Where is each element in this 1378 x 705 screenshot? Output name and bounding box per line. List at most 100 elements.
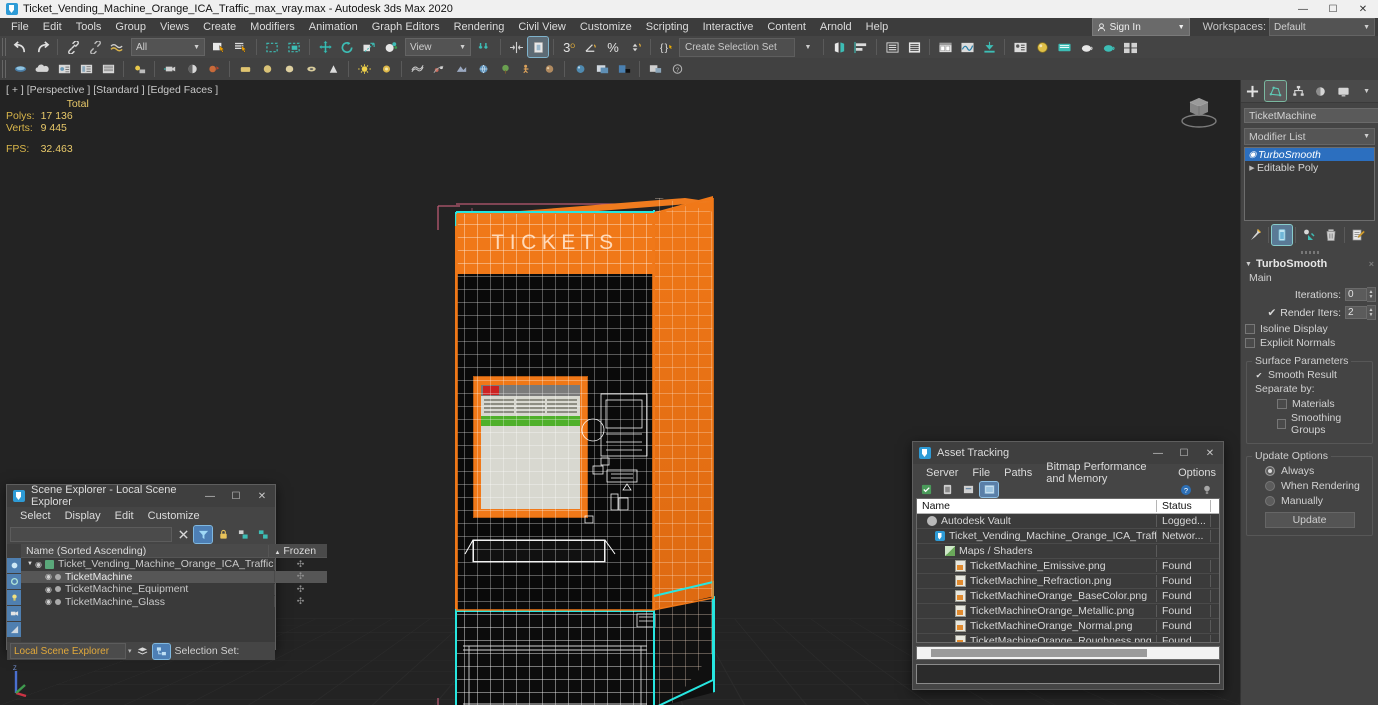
table-row[interactable]: TicketMachineOrange_Roughness.png Found — [917, 634, 1219, 643]
asset-list-view-icon[interactable] — [980, 482, 998, 497]
menu-views[interactable]: Views — [153, 19, 196, 35]
window-crossing-toggle-icon[interactable] — [284, 37, 304, 57]
render-frame-window-icon[interactable] — [1120, 37, 1140, 57]
select-and-rotate-icon[interactable] — [337, 37, 357, 57]
cylinder-primitive-icon[interactable] — [279, 59, 299, 79]
radio-when-rendering[interactable]: When Rendering — [1265, 480, 1368, 492]
mirror-geometry-icon[interactable] — [829, 37, 849, 57]
explorer-mode-dropdown[interactable]: Local Scene Explorer — [10, 643, 126, 659]
radio-always[interactable]: Always — [1265, 465, 1368, 477]
redo-icon[interactable] — [32, 37, 52, 57]
workspaces-dropdown[interactable]: Default ▼ — [1269, 18, 1375, 36]
menu-arnold[interactable]: Arnold — [813, 19, 859, 35]
toolbar-grip[interactable] — [2, 38, 6, 56]
remove-modifier-icon[interactable] — [1321, 225, 1341, 245]
menu-create[interactable]: Create — [196, 19, 243, 35]
help-icon[interactable]: ? — [1177, 482, 1195, 497]
tab-create[interactable] — [1242, 81, 1263, 101]
scene-explorer-icon[interactable] — [904, 37, 924, 57]
column-name-header[interactable]: Name — [917, 500, 1157, 512]
asset-tracking-window[interactable]: Asset Tracking — ☐ ✕ Server File Paths B… — [912, 441, 1224, 690]
list-item[interactable]: ◉ TicketMachine ✣ — [21, 571, 327, 584]
make-unique-icon[interactable] — [1299, 225, 1319, 245]
se-menu-customize[interactable]: Customize — [141, 509, 207, 523]
table-row[interactable]: TicketMachineOrange_Normal.png Found — [917, 619, 1219, 634]
filter-shapes-icon[interactable] — [7, 574, 21, 589]
use-pivot-point-center-icon[interactable] — [475, 37, 495, 57]
vault-checkin-icon[interactable] — [917, 482, 935, 497]
named-selection-set-input[interactable]: Create Selection Set — [679, 38, 795, 57]
menu-content[interactable]: Content — [760, 19, 813, 35]
render-iters-input[interactable] — [1345, 306, 1367, 319]
menu-graph-editors[interactable]: Graph Editors — [365, 19, 447, 35]
vray-render-mask-icon[interactable] — [98, 59, 118, 79]
object-name-input[interactable] — [1244, 108, 1378, 123]
particle-flow-icon[interactable] — [429, 59, 449, 79]
se-menu-display[interactable]: Display — [58, 509, 108, 523]
menu-edit[interactable]: Edit — [36, 19, 69, 35]
filter-geometry-icon[interactable] — [7, 558, 21, 573]
render-to-texture-icon[interactable] — [979, 37, 999, 57]
world-icon[interactable] — [473, 59, 493, 79]
menu-civil-view[interactable]: Civil View — [511, 19, 572, 35]
frozen-cell[interactable]: ✣ — [274, 559, 327, 570]
menu-file[interactable]: File — [4, 19, 36, 35]
table-row[interactable]: TicketMachineOrange_BaseColor.png Found — [917, 589, 1219, 604]
isoline-display-checkbox[interactable]: Isoline Display — [1245, 323, 1378, 335]
torus-primitive-icon[interactable] — [301, 59, 321, 79]
expand-triangle-icon[interactable]: ▼ — [27, 561, 33, 567]
frozen-cell[interactable]: ✣ — [274, 584, 327, 595]
vegetation-icon[interactable] — [495, 59, 515, 79]
se-menu-edit[interactable]: Edit — [108, 509, 141, 523]
maximize-button[interactable]: ☐ — [1318, 0, 1348, 18]
menu-help[interactable]: Help — [859, 19, 896, 35]
hair-and-fur-icon[interactable] — [407, 59, 427, 79]
menu-interactive[interactable]: Interactive — [696, 19, 761, 35]
asset-tracking-grid[interactable]: Name Status Autodesk Vault Logged... Tic… — [916, 498, 1220, 643]
vray-asset-editor-icon[interactable] — [76, 59, 96, 79]
spinner-arrows-icon[interactable]: ▲▼ — [1367, 287, 1376, 302]
modifier-visibility-icon[interactable]: ◉ — [1247, 149, 1258, 160]
iterations-spinner[interactable]: ▲▼ — [1345, 287, 1376, 302]
bitmap-material-icon[interactable] — [592, 59, 612, 79]
update-button[interactable]: Update — [1265, 512, 1355, 528]
scene-explorer-close[interactable]: ✕ — [249, 485, 275, 507]
horizontal-scrollbar[interactable] — [916, 646, 1220, 660]
vray-cloud-icon[interactable] — [32, 59, 52, 79]
list-item[interactable]: ▼ ◉ Ticket_Vending_Machine_Orange_ICA_Tr… — [21, 558, 327, 571]
tab-display[interactable] — [1333, 81, 1354, 101]
at-menu-server[interactable]: Server — [919, 466, 965, 480]
unlink-selection-icon[interactable] — [85, 37, 105, 57]
column-name-header[interactable]: Name (Sorted Ascending) — [21, 545, 268, 557]
layer-explorer-icon[interactable] — [882, 37, 902, 57]
expand-hierarchy-icon[interactable] — [254, 526, 272, 543]
material-map-browser-icon[interactable] — [614, 59, 634, 79]
frozen-cell[interactable]: ✣ — [274, 596, 327, 607]
table-row[interactable]: Ticket_Vending_Machine_Orange_ICA_Traffi… — [917, 529, 1219, 544]
turbosmooth-rollout-header[interactable]: ▼ TurboSmooth × — [1241, 256, 1378, 272]
teapot-iterative-icon[interactable] — [1098, 37, 1118, 57]
at-menu-file[interactable]: File — [965, 466, 997, 480]
selection-filter-dropdown[interactable]: All ▼ — [131, 38, 205, 56]
select-and-link-icon[interactable] — [63, 37, 83, 57]
table-row[interactable]: TicketMachine_Refraction.png Found — [917, 574, 1219, 589]
materials-checkbox[interactable]: Materials — [1277, 398, 1368, 410]
smooth-result-checkbox[interactable]: ✔ Smooth Result — [1255, 369, 1368, 381]
vray-light-lister-icon[interactable] — [54, 59, 74, 79]
at-menu-options[interactable]: Options — [1171, 466, 1223, 480]
percent-snap-toggle-icon[interactable]: % — [603, 37, 623, 57]
close-button[interactable]: ✕ — [1348, 0, 1378, 18]
schematic-view-icon[interactable] — [957, 37, 977, 57]
align-icon[interactable] — [528, 37, 548, 57]
teapot-render-icon[interactable] — [1076, 37, 1096, 57]
vray-frame-buffer-icon[interactable] — [10, 59, 30, 79]
exposure-control-icon[interactable] — [204, 59, 224, 79]
select-by-name-icon[interactable] — [231, 37, 251, 57]
clear-search-icon[interactable] — [174, 526, 192, 543]
menu-scripting[interactable]: Scripting — [639, 19, 696, 35]
iterations-input[interactable] — [1345, 288, 1367, 301]
modifier-stack-item-editable-poly[interactable]: ▶ Editable Poly — [1245, 161, 1374, 174]
named-set-chevron-icon[interactable]: ▼ — [798, 37, 818, 57]
lamp-icon[interactable] — [1198, 482, 1216, 497]
tab-motion[interactable] — [1310, 81, 1331, 101]
